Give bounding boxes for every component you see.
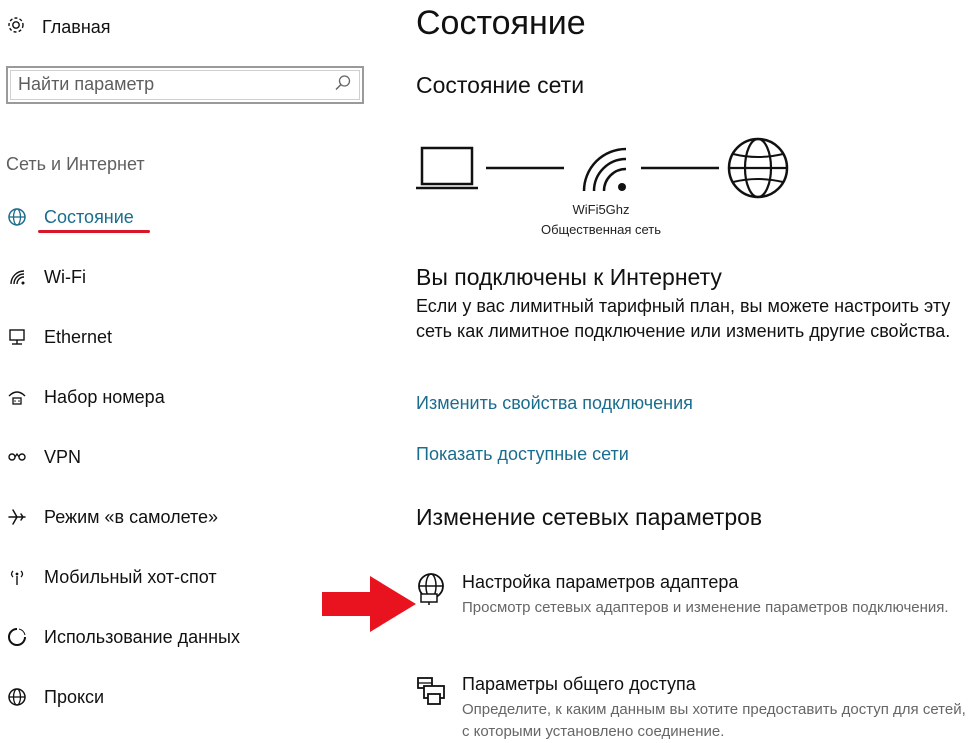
sidebar-item-dialup[interactable]: Набор номера <box>6 380 165 414</box>
sharing-settings-option[interactable]: Параметры общего доступа Определите, к к… <box>416 674 975 740</box>
sidebar-item-label: Wi-Fi <box>44 266 86 287</box>
sidebar-item-label: Ethernet <box>44 326 113 347</box>
section-title: Сеть и Интернет <box>6 154 145 174</box>
sidebar-item-vpn[interactable]: VPN <box>6 440 81 474</box>
sidebar-item-status[interactable]: Состояние <box>6 200 134 234</box>
option-description: Просмотр сетевых адаптеров и изменение п… <box>462 599 949 616</box>
option-title: Параметры общего доступа <box>462 674 696 694</box>
search-box[interactable] <box>6 66 364 104</box>
sidebar-item-airplane[interactable]: Режим «в самолете» <box>6 500 218 534</box>
sidebar-item-ethernet[interactable]: Ethernet <box>6 320 112 354</box>
vpn-icon <box>6 446 28 468</box>
network-type: Общественная сеть <box>540 222 662 237</box>
page-title: Состояние <box>416 4 586 42</box>
sidebar-item-label: Мобильный хот-спот <box>44 566 217 587</box>
search-input[interactable] <box>18 72 318 96</box>
laptop-icon <box>416 146 478 190</box>
sidebar-item-label: Прокси <box>44 686 105 707</box>
sidebar-item-proxy[interactable]: Прокси <box>6 680 104 714</box>
network-name: WiFi5Ghz <box>572 202 630 217</box>
option-description: Определите, к каким данным вы хотите пре… <box>462 701 966 740</box>
ethernet-icon <box>6 326 28 348</box>
dialup-icon <box>6 386 28 408</box>
gear-icon <box>6 15 26 40</box>
change-settings-heading: Изменение сетевых параметров <box>416 504 763 530</box>
sidebar-item-hotspot[interactable]: Мобильный хот-спот <box>6 560 217 594</box>
main-content: Состояние Состояние сети WiFi5Ghz Общест… <box>416 0 975 740</box>
home-nav-item[interactable]: Главная <box>6 10 111 44</box>
internet-globe-icon <box>727 137 789 199</box>
adapter-settings-option[interactable]: Настройка параметров адаптера Просмотр с… <box>416 572 975 642</box>
data-usage-icon <box>6 626 28 648</box>
wifi-signal-icon <box>582 147 627 192</box>
sidebar-item-label: Состояние <box>44 206 134 227</box>
sidebar-item-label: VPN <box>44 446 82 467</box>
red-arrow-annotation <box>322 576 418 637</box>
proxy-globe-icon <box>6 686 28 708</box>
sharing-printer-icon <box>416 674 446 705</box>
network-diagram: WiFi5Ghz Общественная сеть <box>416 136 796 246</box>
change-connection-properties-link[interactable]: Изменить свойства подключения <box>416 393 693 414</box>
globe-status-icon <box>6 206 28 228</box>
sidebar-item-label: Набор номера <box>44 386 165 407</box>
adapter-globe-icon <box>416 572 446 605</box>
option-title: Настройка параметров адаптера <box>462 572 739 592</box>
network-status-heading: Состояние сети <box>416 72 585 98</box>
sidebar-item-label: Использование данных <box>44 626 240 647</box>
home-label: Главная <box>42 16 111 37</box>
hotspot-icon <box>6 566 28 588</box>
sidebar-item-label: Режим «в самолете» <box>44 506 219 527</box>
connected-description: Если у вас лимитный тарифный план, вы мо… <box>416 296 951 341</box>
connected-heading: Вы подключены к Интернету <box>416 264 722 290</box>
wifi-icon <box>6 266 28 288</box>
active-underline <box>38 230 150 233</box>
airplane-icon <box>6 506 28 528</box>
sidebar-item-wifi[interactable]: Wi-Fi <box>6 260 86 294</box>
show-available-networks-link[interactable]: Показать доступные сети <box>416 444 629 465</box>
sidebar-item-data-usage[interactable]: Использование данных <box>6 620 240 654</box>
search-icon[interactable] <box>334 74 352 97</box>
